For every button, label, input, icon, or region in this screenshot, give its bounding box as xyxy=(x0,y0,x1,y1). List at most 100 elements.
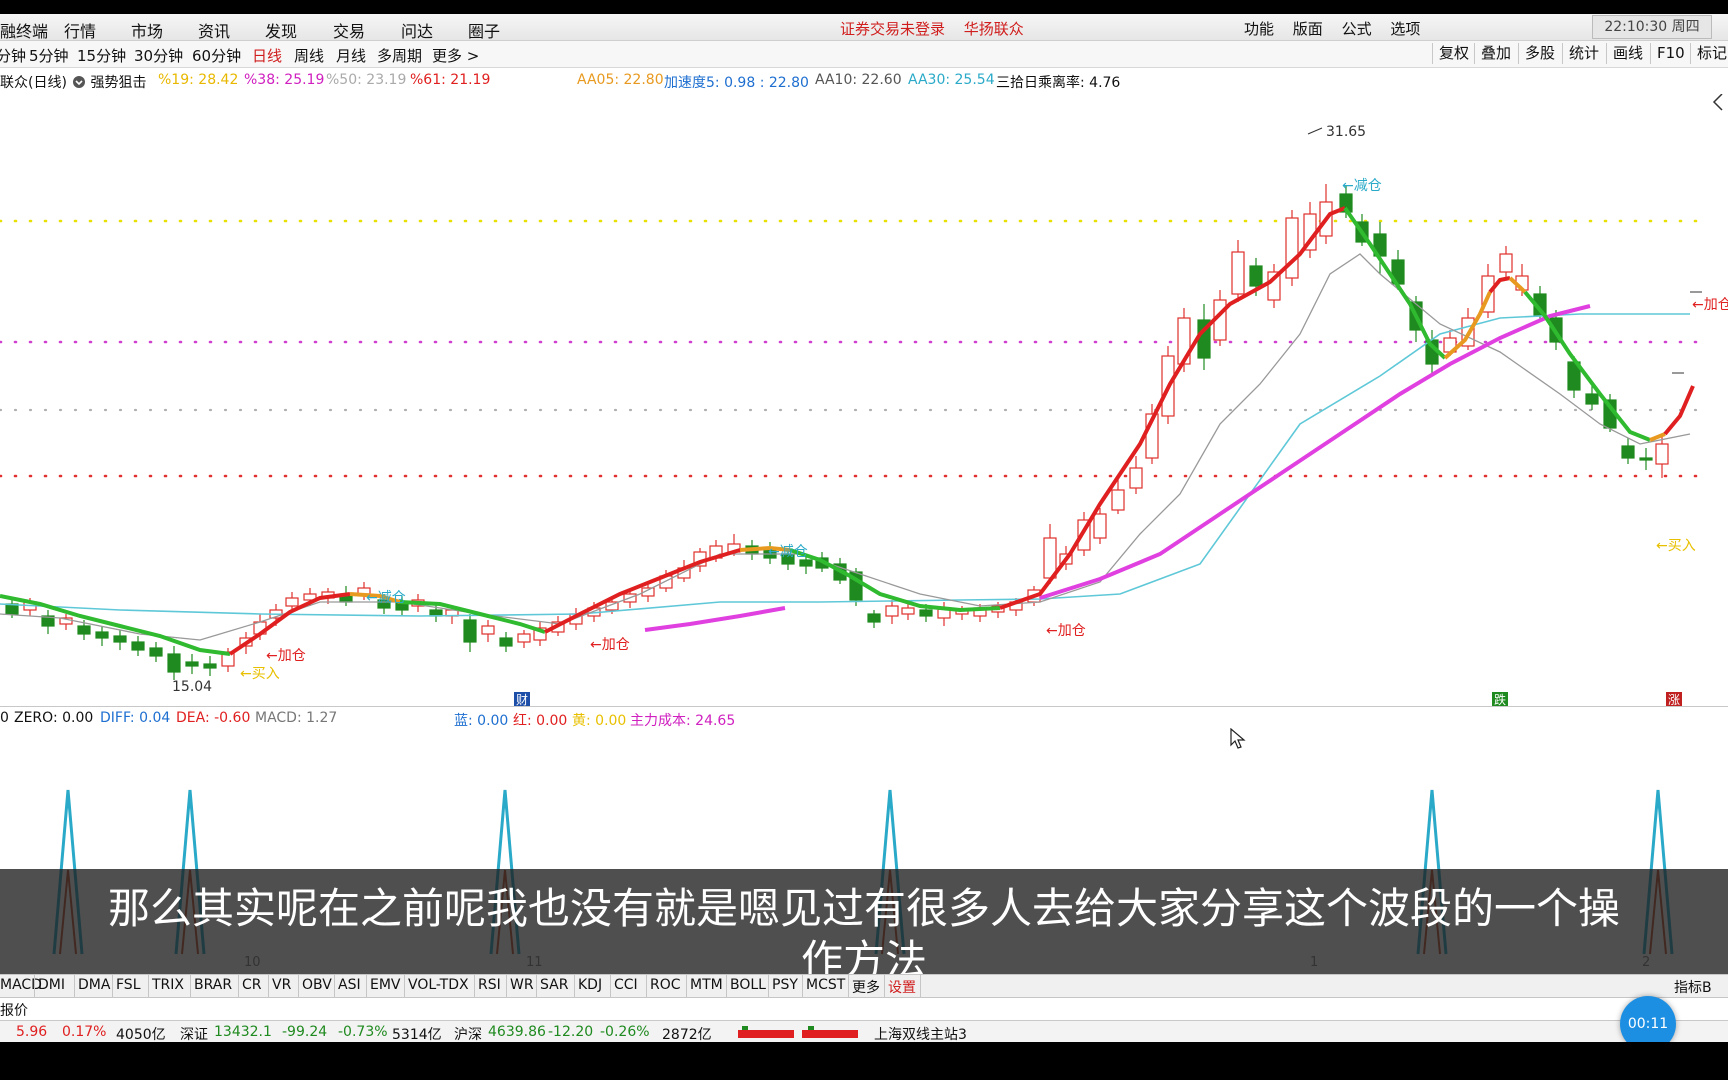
menu-quotes[interactable]: 行情 xyxy=(64,18,96,42)
indicator-tab-20[interactable]: PSY xyxy=(772,977,798,993)
menu-discover[interactable]: 发现 xyxy=(265,18,297,42)
indicator-name[interactable]: 强势狙击 xyxy=(72,72,146,92)
server-station[interactable]: 上海双线主站3 xyxy=(874,1024,967,1042)
indicator-tab-15[interactable]: KDJ xyxy=(578,977,602,993)
status-amount-1: 4050亿 xyxy=(116,1027,166,1042)
candle-body xyxy=(517,633,531,643)
restore-rights-button[interactable]: 复权 xyxy=(1432,43,1475,64)
tab-separator xyxy=(574,975,575,997)
indicator-tab-7[interactable]: VR xyxy=(272,977,291,993)
candlestick-chart[interactable]: 31.65 15.04 ←减仓 ←减仓 ←减仓 ←加仓 ←加仓 ←加仓 ←加仓 … xyxy=(0,94,1728,706)
indicator-tab-12[interactable]: RSI xyxy=(478,977,501,993)
period-weekly[interactable]: 周线 xyxy=(294,45,324,66)
candle-body xyxy=(1585,393,1599,405)
candle-body xyxy=(901,607,915,615)
indicator-tab-9[interactable]: ASI xyxy=(338,977,361,993)
period-1min[interactable]: 分钟 xyxy=(0,45,26,66)
indicator-tab-10[interactable]: EMV xyxy=(370,977,401,993)
macd-info-bar: 0 ZERO: 0.00 DIFF: 0.04 DEA: -0.60 MACD:… xyxy=(0,707,1728,729)
sh-index-name[interactable]: 沪深 xyxy=(454,1024,482,1042)
reduce-label-top: ←减仓 xyxy=(1342,178,1382,194)
overlay-button[interactable]: 叠加 xyxy=(1474,43,1517,64)
ma-gray-line xyxy=(0,253,1691,641)
period-60min[interactable]: 60分钟 xyxy=(192,45,241,66)
menu-brand[interactable]: 融终端 xyxy=(0,18,48,42)
login-notice[interactable]: 证券交易未登录 华扬联众 xyxy=(840,18,1038,39)
date-tick-feb: 2 xyxy=(1642,955,1651,970)
aa30-value: AA30: 25.54 xyxy=(908,72,995,88)
candle-body xyxy=(1499,253,1513,273)
period-daily[interactable]: 日线 xyxy=(252,45,282,66)
indicator-tab-14[interactable]: SAR xyxy=(540,977,568,993)
candles xyxy=(5,184,1669,680)
period-more[interactable]: 更多 > xyxy=(432,45,479,66)
period-toolbar: 分钟 5分钟 15分钟 30分钟 60分钟 日线 周线 月线 多周期 更多 > … xyxy=(0,41,1728,68)
mark-button[interactable]: 标记 xyxy=(1690,43,1728,64)
indicator-name-label: 强势狙击 xyxy=(90,75,147,91)
collapse-chevron-icon[interactable] xyxy=(1712,94,1723,111)
indicator-tab-2[interactable]: DMA xyxy=(78,977,110,993)
finance-marker-label: 财 xyxy=(516,693,528,706)
indicator-tab-17[interactable]: ROC xyxy=(650,977,681,993)
date-axis: 10 11 1 2 xyxy=(0,955,1728,970)
statistics-button[interactable]: 统计 xyxy=(1562,43,1605,64)
indicator-tab-8[interactable]: OBV xyxy=(302,977,332,993)
tab-separator xyxy=(34,975,35,997)
indicator-tab-5[interactable]: BRAR xyxy=(194,977,232,993)
quote-row: 报价 xyxy=(0,998,1728,1019)
indicator-tab-18[interactable]: MTM xyxy=(690,977,723,993)
period-monthly[interactable]: 月线 xyxy=(336,45,366,66)
indicator-tab-23[interactable]: 设置 xyxy=(888,977,916,997)
indicator-tab-11[interactable]: VOL-TDX xyxy=(408,977,469,993)
right-menu: 功能 版面 公式 选项 xyxy=(1244,18,1434,39)
indicator-tab-13[interactable]: WR xyxy=(510,977,534,993)
menu-layout[interactable]: 版面 xyxy=(1293,20,1323,38)
candle-body xyxy=(167,653,181,673)
up-marker-label: 涨 xyxy=(1668,692,1680,706)
add-label-2: ←加仓 xyxy=(590,637,630,653)
tab-separator xyxy=(726,975,727,997)
candle-body xyxy=(1285,217,1299,279)
quote-label: 报价 xyxy=(0,1003,28,1019)
indicator-tab-4[interactable]: TRIX xyxy=(152,977,184,993)
period-30min[interactable]: 30分钟 xyxy=(134,45,183,66)
tab-separator xyxy=(646,975,647,997)
tab-separator xyxy=(610,975,611,997)
high-price-label: 31.65 xyxy=(1326,124,1366,140)
period-5min[interactable]: 5分钟 xyxy=(29,45,69,66)
indicator-tab-6[interactable]: CR xyxy=(242,977,262,993)
menu-ask[interactable]: 问达 xyxy=(401,18,433,42)
red-value: 红: 0.00 xyxy=(513,713,568,729)
candle-body xyxy=(799,559,813,567)
menu-formula[interactable]: 公式 xyxy=(1342,20,1372,38)
date-tick-nov: 11 xyxy=(526,955,543,970)
sz-index-value: 13432.1 xyxy=(214,1024,272,1040)
menu-market[interactable]: 市场 xyxy=(131,18,163,42)
multi-stock-button[interactable]: 多股 xyxy=(1518,43,1561,64)
f10-button[interactable]: F10 xyxy=(1650,43,1691,64)
indicator-tab-3[interactable]: FSL xyxy=(116,977,141,993)
period-15min[interactable]: 15分钟 xyxy=(77,45,126,66)
menu-options[interactable]: 选项 xyxy=(1390,20,1420,38)
indicator-tab-1[interactable]: DMI xyxy=(38,977,65,993)
ma-trend-line xyxy=(0,594,231,656)
draw-line-button[interactable]: 画线 xyxy=(1606,43,1649,64)
diff-value: DIFF: 0.04 xyxy=(100,710,171,726)
menu-news[interactable]: 资讯 xyxy=(198,18,230,42)
indicator-b-button[interactable]: 指标B xyxy=(1674,977,1712,997)
menu-circle[interactable]: 圈子 xyxy=(468,18,500,42)
menu-function[interactable]: 功能 xyxy=(1244,20,1274,38)
indicator-tab-22[interactable]: 更多 xyxy=(852,977,880,997)
aa05-value: AA05: 22.80 xyxy=(577,72,664,88)
cost-value: 主力成本: 24.65 xyxy=(630,713,736,729)
indicator-tab-16[interactable]: CCI xyxy=(614,977,638,993)
trade-login-status[interactable]: 证券交易未登录 xyxy=(840,20,945,38)
tab-separator xyxy=(920,975,921,997)
menu-trade[interactable]: 交易 xyxy=(333,18,365,42)
indicator-tab-0[interactable]: MACD xyxy=(0,977,42,993)
sz-index-name[interactable]: 深证 xyxy=(180,1024,208,1042)
period-multi[interactable]: 多周期 xyxy=(377,45,422,66)
indicator-tab-19[interactable]: BOLL xyxy=(730,977,766,993)
tab-separator xyxy=(74,975,75,997)
indicator-tab-21[interactable]: MCST xyxy=(806,977,845,993)
